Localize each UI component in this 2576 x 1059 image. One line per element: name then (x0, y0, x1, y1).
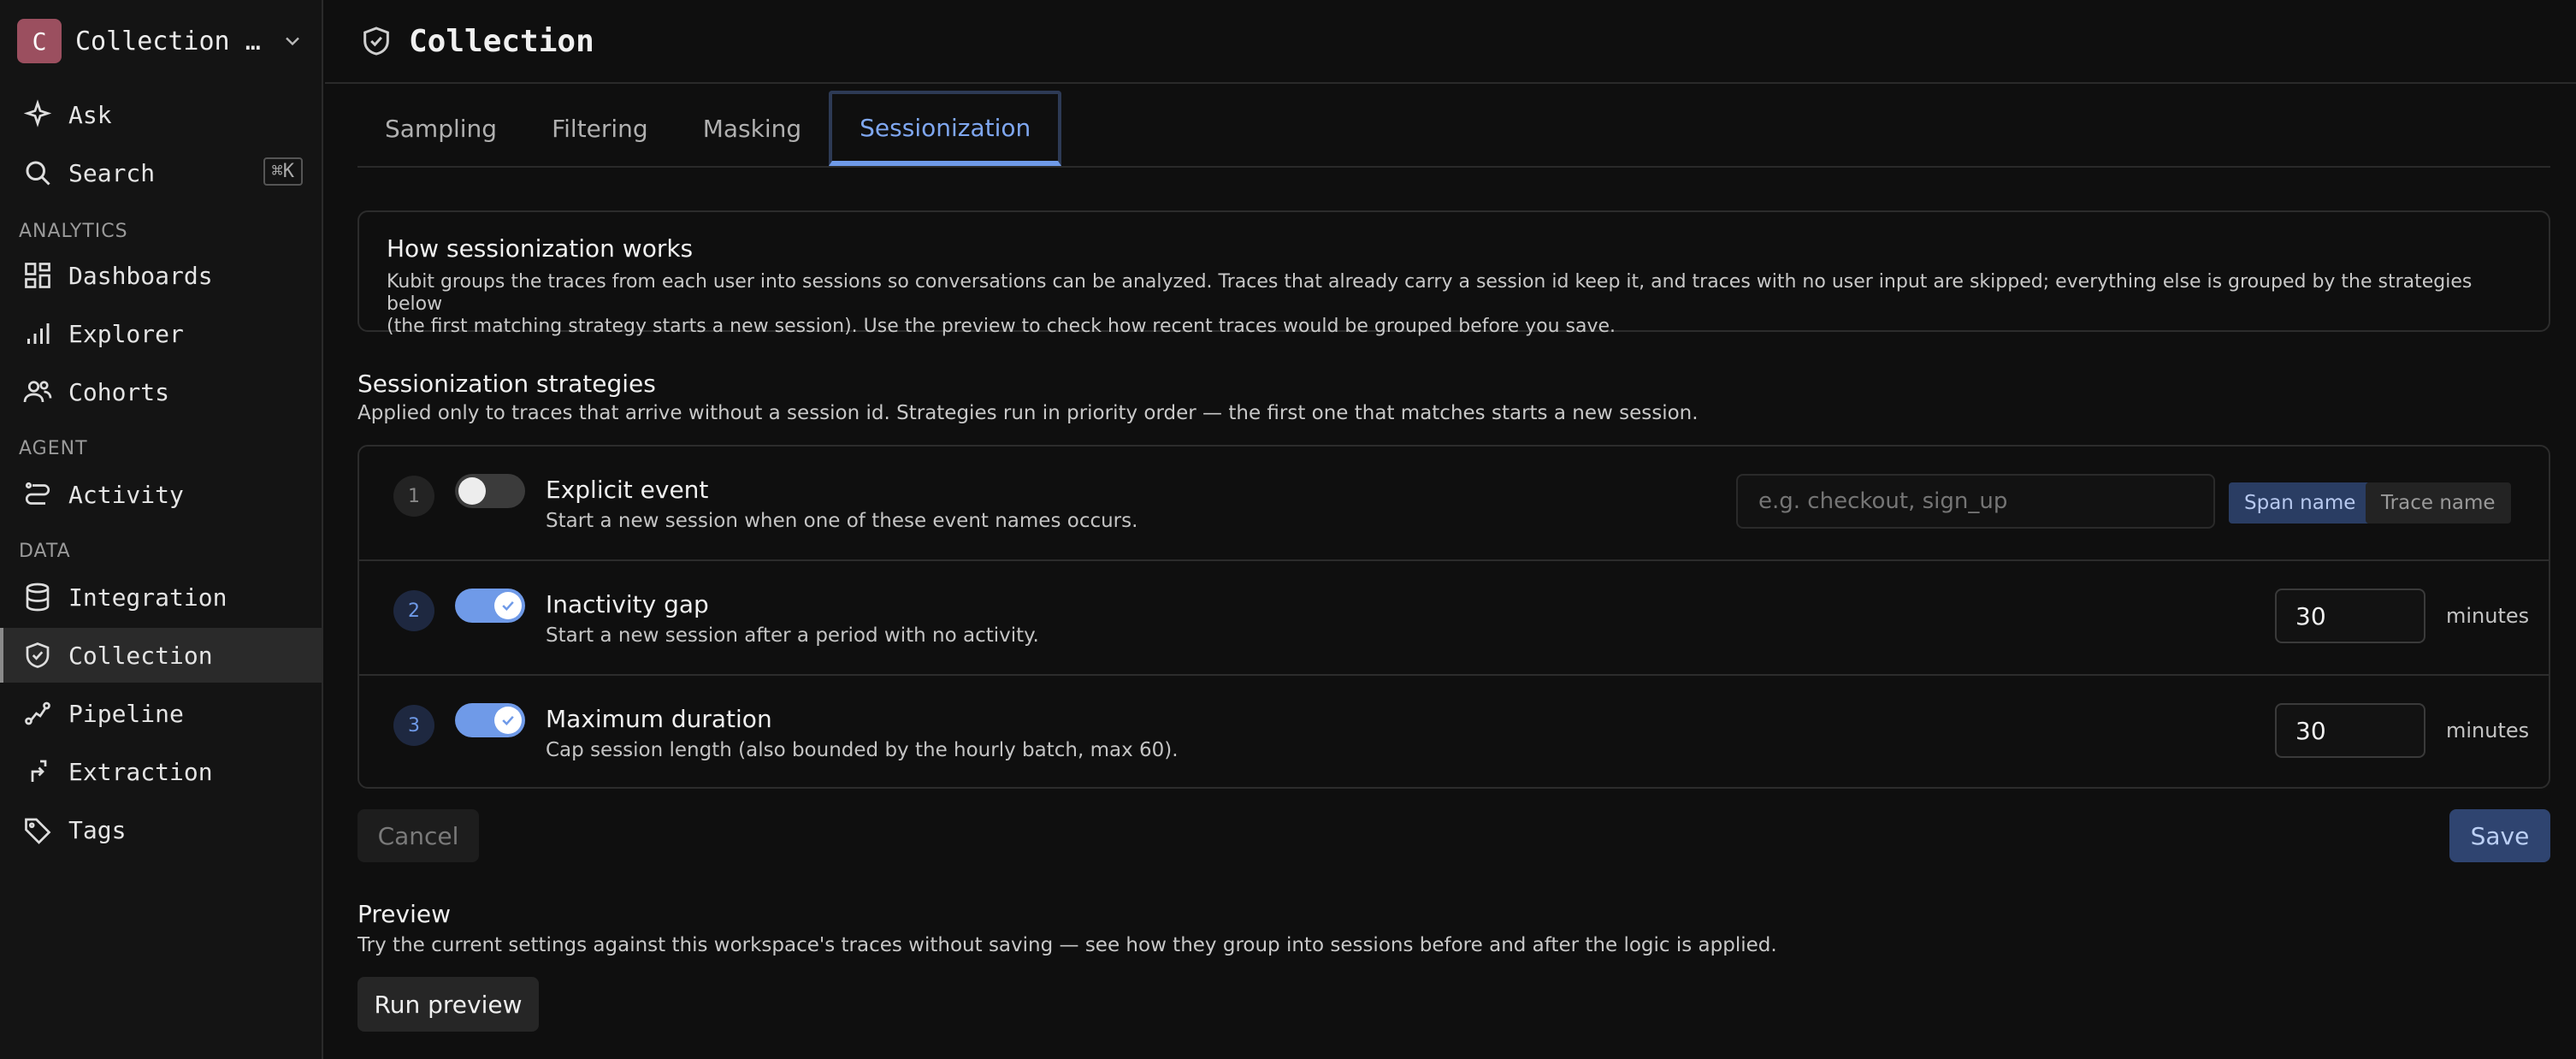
sidebar-item-label: Collection (68, 641, 213, 670)
toggle-knob (458, 477, 486, 505)
sidebar-item-integration[interactable]: Integration (0, 570, 322, 624)
strategies-list: 1 Explicit event Start a new session whe… (357, 445, 2550, 789)
extraction-icon (31, 760, 47, 782)
strategy-description: Start a new session when one of these ev… (546, 510, 1138, 532)
main-content: Collection Sampling Filtering Masking Se… (325, 0, 2576, 1059)
strategies-subtitle: Applied only to traces that arrive witho… (357, 402, 1699, 424)
sidebar-item-collection[interactable]: Collection (0, 628, 322, 683)
cancel-button[interactable]: Cancel (357, 809, 479, 862)
sidebar-item-ask[interactable]: Ask (0, 87, 322, 142)
sidebar-item-label: Pipeline (68, 699, 184, 728)
tag-icon (25, 818, 51, 844)
toggle-knob (494, 592, 522, 619)
toggle-knob (494, 707, 522, 734)
section-label-data: DATA (19, 541, 71, 562)
info-body: Kubit groups the traces from each user i… (387, 271, 2521, 338)
search-shortcut: ⌘K (263, 157, 303, 186)
sidebar-item-activity[interactable]: Activity (0, 467, 322, 522)
sidebar-item-label: Explorer (68, 319, 184, 348)
workspace-name: Collection test (75, 26, 272, 56)
sidebar-item-label: Activity (68, 480, 184, 509)
priority-badge: 3 (393, 705, 434, 746)
page-header: Collection (325, 0, 2576, 84)
strategy-row-explicit-event: 1 Explicit event Start a new session whe… (359, 447, 2549, 559)
run-preview-button[interactable]: Run preview (357, 977, 539, 1032)
info-title: How sessionization works (387, 234, 694, 263)
maximum-duration-toggle[interactable] (455, 703, 525, 737)
sidebar-item-label: Dashboards (68, 261, 213, 290)
strategy-title: Inactivity gap (546, 590, 709, 618)
sidebar-item-label: Tags (68, 815, 127, 844)
sidebar-item-extraction[interactable]: Extraction (0, 744, 322, 799)
strategy-description: Start a new session after a period with … (546, 624, 1039, 647)
chevron-down-icon (286, 37, 299, 46)
inactivity-minutes-input[interactable] (2275, 589, 2425, 643)
strategy-description: Cap session length (also bounded by the … (546, 739, 1179, 761)
sparkle-icon (23, 99, 52, 127)
search-icon (26, 161, 50, 186)
workspace-avatar: C (17, 19, 62, 63)
max-duration-minutes-input[interactable] (2275, 703, 2425, 758)
section-label-agent: AGENT (19, 438, 88, 459)
info-body-line: Kubit groups the traces from each user i… (387, 271, 2473, 315)
unit-label: minutes (2446, 719, 2530, 742)
info-panel: How sessionization works Kubit groups th… (357, 210, 2550, 337)
sidebar-item-label: Integration (68, 583, 227, 612)
strategies-title: Sessionization strategies (357, 370, 656, 398)
shield-check-icon (363, 27, 389, 56)
tab-filtering[interactable]: Filtering (524, 91, 676, 166)
priority-badge: 1 (393, 476, 434, 517)
bar-chart-icon (27, 323, 50, 344)
sidebar-item-tags[interactable]: Tags (0, 802, 322, 857)
sidebar-item-label: Cohorts (68, 377, 170, 406)
sidebar-item-search[interactable]: Search ⌘K (0, 145, 322, 200)
preview-subtitle: Try the current settings against this wo… (357, 934, 1777, 956)
workspace-switcher[interactable]: C Collection test (17, 17, 308, 65)
check-icon (502, 600, 514, 611)
explicit-event-toggle[interactable] (455, 474, 525, 508)
page-title: Collection (409, 23, 594, 59)
event-names-input[interactable] (1736, 474, 2215, 529)
section-label-analytics: ANALYTICS (19, 221, 128, 242)
sidebar: C Collection test Ask Search ⌘K ANALYTIC… (0, 0, 323, 1059)
sidebar-item-label: Ask (68, 100, 112, 129)
preview-title: Preview (357, 900, 451, 928)
sidebar-item-cohorts[interactable]: Cohorts (0, 364, 322, 419)
shield-check-icon (26, 642, 50, 668)
sidebar-item-dashboards[interactable]: Dashboards (0, 248, 322, 303)
sidebar-item-pipeline[interactable]: Pipeline (0, 686, 322, 741)
strategy-title: Maximum duration (546, 705, 772, 733)
sidebar-item-label: Search (68, 158, 156, 187)
tab-masking[interactable]: Masking (676, 91, 829, 166)
span-name-button[interactable]: Span name (2229, 482, 2372, 524)
priority-badge: 2 (393, 590, 434, 631)
save-button[interactable]: Save (2449, 809, 2550, 862)
sidebar-item-explorer[interactable]: Explorer (0, 306, 322, 361)
tab-sampling[interactable]: Sampling (357, 91, 524, 166)
unit-label: minutes (2446, 604, 2530, 628)
strategy-row-maximum-duration: 3 Maximum duration Cap session length (a… (359, 674, 2549, 787)
tab-bar: Sampling Filtering Masking Sessionizatio… (357, 89, 2550, 168)
sidebar-item-label: Extraction (68, 757, 213, 786)
strategy-row-inactivity-gap: 2 Inactivity gap Start a new session aft… (359, 559, 2549, 672)
tab-sessionization[interactable]: Sessionization (829, 91, 1062, 166)
dashboard-icon (25, 263, 50, 288)
route-icon (25, 482, 50, 505)
check-icon (502, 715, 514, 725)
inactivity-gap-toggle[interactable] (455, 589, 525, 623)
strategy-title: Explicit event (546, 476, 709, 504)
users-icon (23, 381, 52, 403)
info-body-line: (the first matching strategy starts a ne… (387, 316, 1616, 337)
pipeline-icon (25, 701, 50, 725)
trace-name-button[interactable]: Trace name (2366, 482, 2511, 524)
database-icon (26, 583, 50, 612)
